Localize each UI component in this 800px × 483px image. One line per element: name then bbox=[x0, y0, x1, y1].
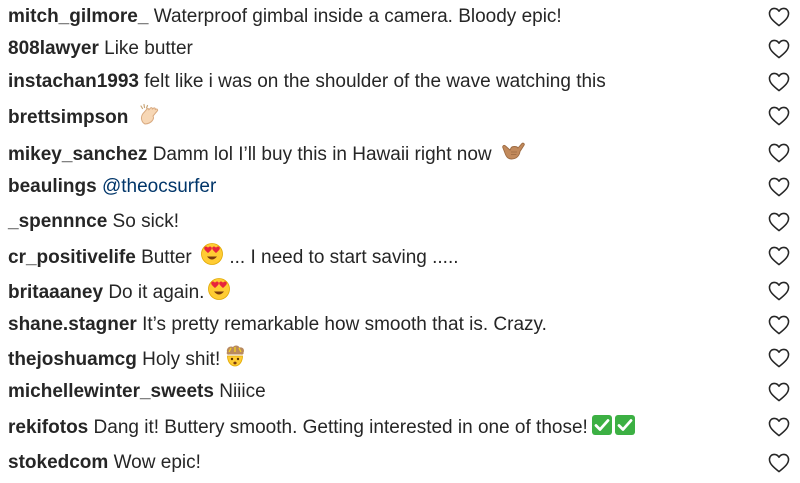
comment-message: Wow epic! bbox=[113, 452, 201, 473]
heart-outline-icon[interactable] bbox=[768, 212, 790, 232]
comment-text: michellewinter_sweets Niiice bbox=[8, 380, 266, 404]
comment-text: rekifotos Dang it! Buttery smooth. Getti… bbox=[8, 414, 636, 440]
comment-row: thejoshuamcg Holy shit! bbox=[0, 341, 800, 375]
comment-row: stokedcom Wow epic! bbox=[0, 446, 800, 480]
comment-row: michellewinter_sweets Niiice bbox=[0, 375, 800, 409]
comment-text: brettsimpson bbox=[8, 102, 161, 130]
comment-username[interactable]: cr_positivelife bbox=[8, 247, 136, 268]
comment-row: mitch_gilmore_ Waterproof gimbal inside … bbox=[0, 0, 800, 34]
comment-row: 808lawyer Like butter bbox=[0, 32, 800, 66]
comment-row: _spennnce So sick! bbox=[0, 205, 800, 239]
comment-username[interactable]: stokedcom bbox=[8, 452, 108, 473]
heart-outline-icon[interactable] bbox=[768, 417, 790, 437]
heart-outline-icon[interactable] bbox=[768, 106, 790, 126]
comment-message: felt like i was on the shoulder of the w… bbox=[144, 71, 606, 92]
heart-eyes-emoji bbox=[208, 278, 231, 300]
comment-message: Butter bbox=[141, 247, 192, 268]
check-mark-emoji bbox=[614, 415, 635, 435]
clap-emoji bbox=[140, 103, 158, 125]
comment-username[interactable]: beaulings bbox=[8, 176, 97, 197]
comment-username[interactable]: 808lawyer bbox=[8, 38, 99, 59]
comment-list: mitch_gilmore_ Waterproof gimbal inside … bbox=[0, 0, 800, 483]
comment-text: _spennnce So sick! bbox=[8, 210, 179, 234]
heart-outline-icon[interactable] bbox=[768, 246, 790, 266]
comment-text: thejoshuamcg Holy shit! bbox=[8, 344, 247, 372]
comment-row: instachan1993 felt like i was on the sho… bbox=[0, 65, 800, 99]
comment-text: britaaaney Do it again. bbox=[8, 277, 231, 305]
comment-text: stokedcom Wow epic! bbox=[8, 451, 201, 475]
comment-message: So sick! bbox=[112, 211, 180, 232]
comment-row: mikey_sanchez Damm lol I’ll buy this in … bbox=[0, 136, 800, 170]
comment-row: rekifotos Dang it! Buttery smooth. Getti… bbox=[0, 410, 800, 444]
comment-row: beaulings @theocsurfer bbox=[0, 170, 800, 204]
comment-username[interactable]: rekifotos bbox=[8, 417, 88, 438]
comment-username[interactable]: mikey_sanchez bbox=[8, 144, 147, 165]
heart-outline-icon[interactable] bbox=[768, 72, 790, 92]
comment-mention[interactable]: @theocsurfer bbox=[102, 176, 216, 197]
comment-username[interactable]: shane.stagner bbox=[8, 314, 137, 335]
comment-username[interactable]: instachan1993 bbox=[8, 71, 139, 92]
heart-outline-icon[interactable] bbox=[768, 39, 790, 59]
shaka-emoji bbox=[502, 142, 525, 160]
comment-row: britaaaney Do it again. bbox=[0, 274, 800, 308]
comment-text: cr_positivelife Butter ... I need to sta… bbox=[8, 242, 459, 270]
comment-message: Do it again. bbox=[108, 282, 205, 303]
comment-username[interactable]: michellewinter_sweets bbox=[8, 381, 214, 402]
comment-text: beaulings @theocsurfer bbox=[8, 175, 216, 199]
comment-message: It’s pretty remarkable how smooth that i… bbox=[142, 314, 547, 335]
comment-text: instachan1993 felt like i was on the sho… bbox=[8, 70, 606, 94]
heart-outline-icon[interactable] bbox=[768, 281, 790, 301]
comment-message-continued: ... I need to start saving ..... bbox=[229, 247, 459, 268]
comment-username[interactable]: _spennnce bbox=[8, 211, 107, 232]
comment-message: Niiice bbox=[219, 381, 266, 402]
heart-outline-icon[interactable] bbox=[768, 177, 790, 197]
comment-text: shane.stagner It’s pretty remarkable how… bbox=[8, 313, 547, 337]
heart-outline-icon[interactable] bbox=[768, 315, 790, 335]
comment-username[interactable]: brettsimpson bbox=[8, 107, 128, 128]
mind-blown-emoji bbox=[226, 345, 245, 367]
heart-outline-icon[interactable] bbox=[768, 348, 790, 368]
heart-eyes-emoji bbox=[201, 243, 223, 265]
comment-row: shane.stagner It’s pretty remarkable how… bbox=[0, 308, 800, 342]
comment-text: 808lawyer Like butter bbox=[8, 37, 193, 61]
comment-row: cr_positivelife Butter ... I need to sta… bbox=[0, 239, 800, 273]
comment-message: Holy shit! bbox=[142, 349, 221, 370]
check-mark-emoji bbox=[591, 415, 612, 435]
comment-text: mikey_sanchez Damm lol I’ll buy this in … bbox=[8, 139, 526, 167]
comment-message: Damm lol I’ll buy this in Hawaii right n… bbox=[152, 144, 492, 165]
heart-outline-icon[interactable] bbox=[768, 143, 790, 163]
comment-message: Like butter bbox=[104, 38, 193, 59]
comment-username[interactable]: britaaaney bbox=[8, 282, 103, 303]
comment-row: brettsimpson bbox=[0, 99, 800, 133]
heart-outline-icon[interactable] bbox=[768, 382, 790, 402]
comment-message: Dang it! Buttery smooth. Getting interes… bbox=[93, 417, 588, 438]
heart-outline-icon[interactable] bbox=[768, 453, 790, 473]
comment-username[interactable]: thejoshuamcg bbox=[8, 349, 137, 370]
comment-username[interactable]: mitch_gilmore_ bbox=[8, 6, 148, 27]
comment-text: mitch_gilmore_ Waterproof gimbal inside … bbox=[8, 5, 562, 29]
comment-message: Waterproof gimbal inside a camera. Blood… bbox=[153, 6, 562, 27]
heart-outline-icon[interactable] bbox=[768, 7, 790, 27]
